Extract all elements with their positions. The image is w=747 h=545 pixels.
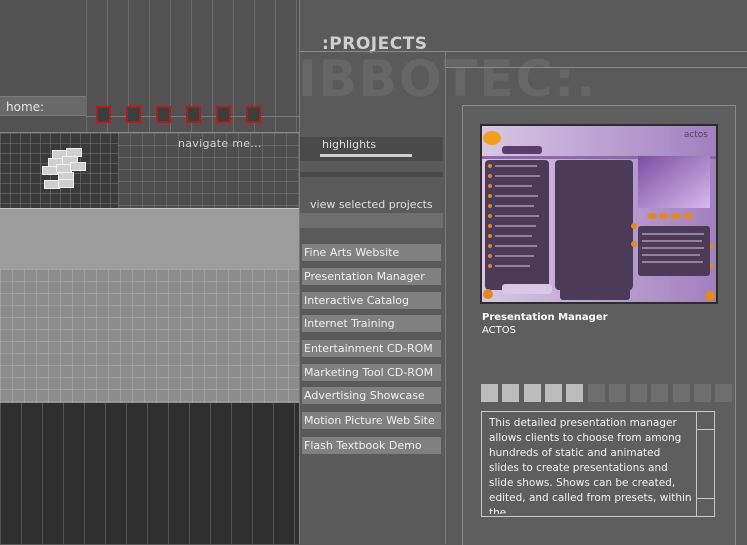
screenshot-brand: actos — [683, 130, 708, 140]
pager-square-1[interactable] — [481, 384, 498, 402]
divider — [445, 67, 747, 68]
pager-square-8[interactable] — [630, 384, 648, 402]
left-navigation-panel: home: navigate me... — [0, 0, 300, 544]
nav-square-2[interactable] — [126, 106, 141, 123]
screenshot-image — [482, 126, 716, 302]
navigate-area[interactable]: navigate me... — [0, 132, 300, 209]
pager-square-4[interactable] — [544, 384, 562, 402]
highlights-label: highlights — [322, 138, 377, 151]
pager-square-9[interactable] — [651, 384, 669, 402]
project-link-motion-picture-web-site[interactable]: Motion Picture Web Site — [302, 412, 441, 429]
project-title: Presentation Manager — [482, 312, 608, 323]
description-box: This detailed presentation manager allow… — [481, 411, 715, 517]
pager-square-12[interactable] — [715, 384, 733, 402]
navigate-label: navigate me... — [178, 137, 262, 150]
divider — [300, 51, 747, 52]
project-link-entertainment-cd-rom[interactable]: Entertainment CD-ROM — [302, 340, 441, 357]
project-link-marketing-tool-cd-rom[interactable]: Marketing Tool CD-ROM — [302, 364, 441, 381]
watermark-logo: IBBOTEC:. — [298, 50, 598, 108]
highlights-underline — [320, 154, 412, 157]
project-description: This detailed presentation manager allow… — [489, 417, 692, 514]
nav-square-6[interactable] — [246, 106, 261, 123]
nav-square-3[interactable] — [156, 106, 171, 123]
project-link-presentation-manager[interactable]: Presentation Manager — [302, 268, 441, 285]
pager-square-7[interactable] — [608, 384, 626, 402]
pager-square-6[interactable] — [587, 384, 605, 402]
pager-square-5[interactable] — [566, 384, 584, 402]
view-selected-label: view selected projects — [310, 198, 433, 211]
divider — [445, 52, 446, 544]
project-link-flash-textbook-demo[interactable]: Flash Textbook Demo — [302, 437, 441, 454]
nav-square-1[interactable] — [96, 106, 111, 123]
scroll-down-button[interactable] — [697, 498, 714, 516]
project-screenshot: actos — [480, 124, 718, 304]
scroll-up-button[interactable] — [697, 412, 714, 430]
project-link-advertising-showcase[interactable]: Advertising Showcase — [302, 387, 441, 404]
divider — [300, 213, 443, 228]
pager-square-2[interactable] — [502, 384, 520, 402]
pager-square-3[interactable] — [523, 384, 541, 402]
grid-band-mid — [0, 269, 300, 403]
grid-band-light — [0, 208, 300, 270]
project-client: ACTOS — [482, 325, 516, 336]
nav-square-4[interactable] — [186, 106, 201, 123]
pager-square-11[interactable] — [694, 384, 711, 402]
project-link-interactive-catalog[interactable]: Interactive Catalog — [302, 292, 441, 309]
divider — [300, 172, 443, 177]
description-scrollbar[interactable] — [696, 412, 714, 516]
project-link-fine-arts-website[interactable]: Fine Arts Website — [302, 244, 441, 261]
pager-square-10[interactable] — [672, 384, 690, 402]
highlights-bar[interactable]: highlights — [300, 137, 443, 161]
nav-square-5[interactable] — [216, 106, 231, 123]
project-link-internet-training[interactable]: Internet Training — [302, 315, 441, 332]
grid-band-dark — [0, 403, 300, 544]
home-link[interactable]: home: — [0, 96, 86, 116]
